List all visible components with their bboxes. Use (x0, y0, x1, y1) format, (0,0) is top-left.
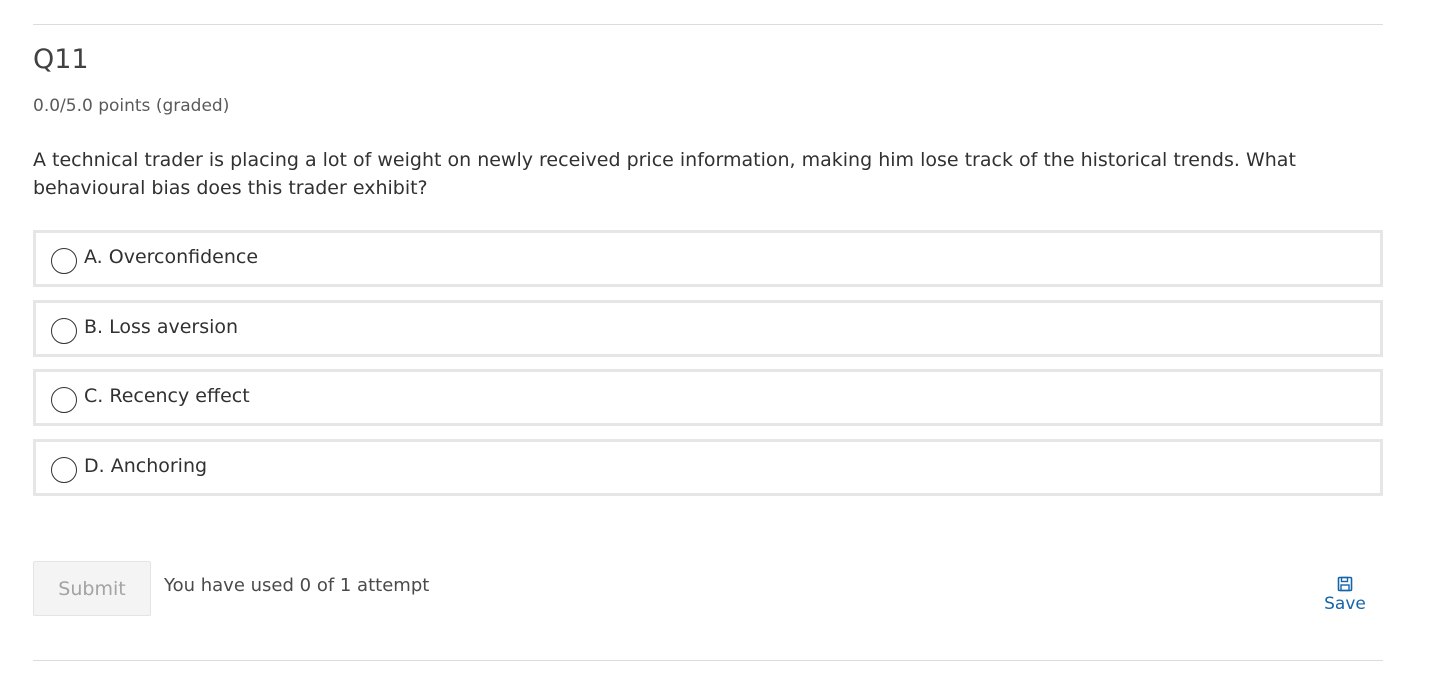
floppy-disk-icon (1337, 576, 1353, 592)
points-status: 0.0/5.0 points (graded) (33, 96, 230, 116)
problem-title: Q11 (33, 44, 89, 75)
choice-c[interactable]: C. Recency effect (33, 369, 1383, 426)
choice-b[interactable]: B. Loss aversion (33, 300, 1383, 357)
radio-button[interactable] (51, 318, 77, 344)
choice-label: C. Recency effect (84, 385, 250, 407)
save-label: Save (1324, 594, 1366, 614)
top-divider (33, 24, 1383, 25)
choice-label: D. Anchoring (84, 455, 208, 477)
choice-a[interactable]: A. Overconfidence (33, 230, 1383, 287)
radio-button[interactable] (51, 248, 77, 274)
question-text: A technical trader is placing a lot of w… (33, 149, 1296, 199)
radio-button[interactable] (51, 387, 77, 413)
attempts-text: You have used 0 of 1 attempt (164, 575, 430, 596)
choice-label: A. Overconfidence (84, 246, 259, 268)
save-button[interactable]: Save (1316, 576, 1374, 614)
radio-button[interactable] (51, 457, 77, 483)
choice-label: B. Loss aversion (84, 316, 239, 338)
submit-button[interactable]: Submit (33, 561, 151, 616)
choice-d[interactable]: D. Anchoring (33, 439, 1383, 496)
bottom-divider (33, 660, 1383, 661)
